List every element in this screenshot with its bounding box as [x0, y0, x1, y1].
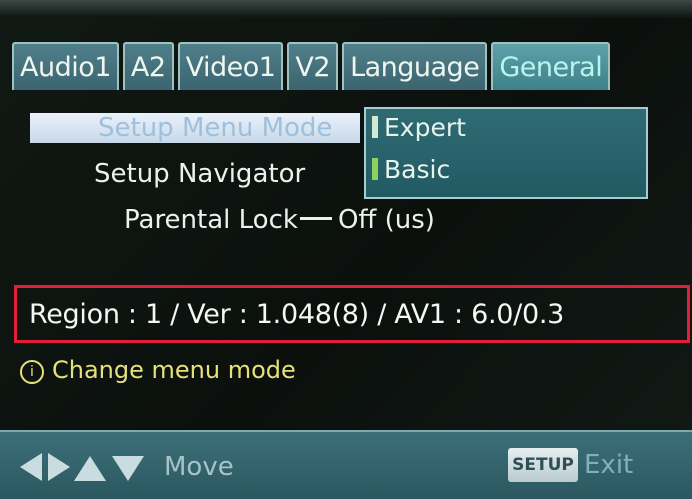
menu-item-setup-navigator[interactable]: Setup Navigator: [94, 159, 305, 189]
help-hint-text: Change menu mode: [52, 356, 296, 384]
setup-button[interactable]: SETUP: [508, 448, 578, 482]
menu-item-setup-menu-mode[interactable]: Setup Menu Mode: [98, 113, 332, 143]
option-marker-icon: [372, 158, 378, 180]
footer-bar: Move SETUP Exit: [0, 430, 692, 499]
tab-language[interactable]: Language: [342, 42, 488, 90]
screen-bezel: [0, 0, 692, 18]
arrow-keys-icon: [20, 453, 144, 481]
settings-menu: Setup Menu Mode Setup Navigator Parental…: [14, 95, 664, 260]
tab-audio1[interactable]: Audio1: [12, 42, 119, 90]
dash-divider: [299, 217, 332, 220]
help-hint: i Change menu mode: [20, 356, 296, 384]
nav-arrows: Move: [18, 450, 234, 484]
tab-a2[interactable]: A2: [122, 42, 174, 90]
version-info-box: Region : 1 / Ver : 1.048(8) / AV1 : 6.0/…: [14, 285, 690, 343]
option-expert[interactable]: Expert: [372, 113, 466, 142]
option-expert-label: Expert: [384, 113, 466, 142]
parental-lock-label: Parental Lock: [124, 205, 298, 235]
version-info-text: Region : 1 / Ver : 1.048(8) / AV1 : 6.0/…: [29, 299, 565, 330]
exit-label: Exit: [584, 450, 634, 480]
tab-video1[interactable]: Video1: [177, 42, 284, 90]
tab-general[interactable]: General: [491, 42, 611, 90]
tab-bar: Audio1 A2 Video1 V2 Language General: [12, 42, 614, 94]
info-icon: i: [20, 360, 44, 384]
option-marker-icon: [372, 116, 378, 138]
move-label: Move: [164, 452, 234, 482]
tab-v2[interactable]: V2: [287, 42, 339, 90]
tv-screen: Audio1 A2 Video1 V2 Language General Set…: [0, 0, 692, 499]
option-basic[interactable]: Basic: [372, 155, 450, 184]
mode-options-box: Expert Basic: [364, 107, 648, 199]
menu-item-parental-lock[interactable]: Parental Lock Off (us): [124, 205, 435, 235]
option-basic-label: Basic: [384, 155, 451, 184]
parental-lock-value: Off (us): [337, 205, 435, 235]
